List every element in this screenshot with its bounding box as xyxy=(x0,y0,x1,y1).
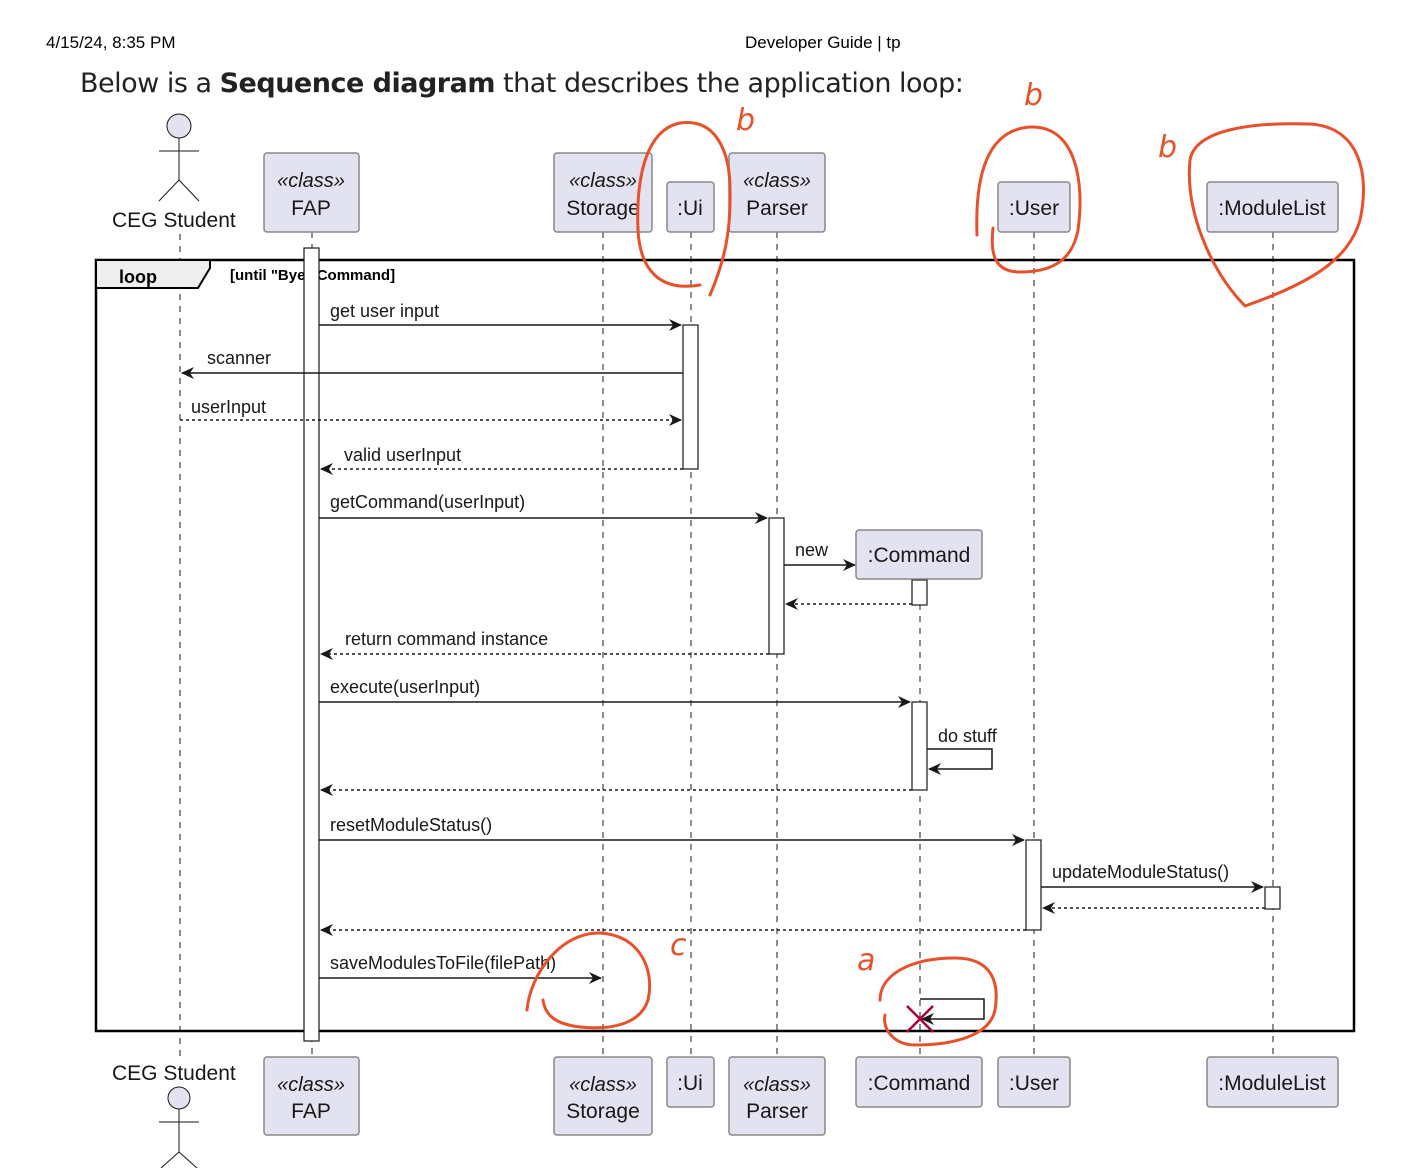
participant-command-name-created: :Command xyxy=(868,544,971,567)
activation-modulelist xyxy=(1264,886,1281,910)
annotation-label-modulelist: b xyxy=(1158,130,1177,165)
annotation-label-user: b xyxy=(1024,78,1043,113)
participant-fap-name-top: FAP xyxy=(291,197,331,220)
participant-command-bottom: :Command xyxy=(855,1056,983,1108)
stereotype-storage-bottom: «class» xyxy=(569,1074,637,1096)
participant-ui-top: :Ui xyxy=(666,181,715,233)
participant-command-created: :Command xyxy=(855,529,983,580)
activation-ui xyxy=(682,324,699,470)
participant-fap-bottom: «class» FAP xyxy=(263,1056,360,1136)
loop-frame: loop [until "Bye" Command] xyxy=(94,258,1356,1033)
participant-parser-bottom: «class» Parser xyxy=(728,1056,826,1136)
participant-modulelist-name-top: :ModuleList xyxy=(1218,197,1326,220)
annotation-circle-save xyxy=(525,931,652,1030)
annotation-label-ui: b xyxy=(736,103,755,138)
activation-fap xyxy=(303,247,320,1042)
actor-student-top xyxy=(158,113,200,202)
participant-ui-name-top: :Ui xyxy=(677,197,703,220)
label-update-module-status: updateModuleStatus() xyxy=(1052,862,1229,882)
actor-head-icon xyxy=(167,1086,191,1110)
stereotype-fap-bottom: «class» xyxy=(277,1074,345,1096)
participant-command-name-bottom: :Command xyxy=(868,1072,971,1095)
participant-student-name-bottom: CEG Student xyxy=(112,1062,236,1085)
participant-fap-top: «class» FAP xyxy=(263,152,360,233)
participant-ui-name-bottom: :Ui xyxy=(677,1072,703,1095)
annotation-label-save: c xyxy=(670,928,687,963)
participant-user-name-bottom: :User xyxy=(1009,1072,1059,1095)
participant-storage-name-bottom: Storage xyxy=(566,1100,640,1123)
participant-ui-bottom: :Ui xyxy=(666,1056,715,1108)
actor-student-bottom xyxy=(159,1086,199,1168)
participant-parser-top: «class» Parser xyxy=(728,152,826,233)
label-save-modules: saveModulesToFile(filePath) xyxy=(330,953,556,973)
label-reset-module-status: resetModuleStatus() xyxy=(330,815,492,835)
participant-modulelist-top: :ModuleList xyxy=(1206,181,1339,233)
message-do-stuff xyxy=(927,748,993,775)
participant-modulelist-name-bottom: :ModuleList xyxy=(1218,1072,1326,1095)
actor-head-icon xyxy=(166,113,192,139)
loop-keyword: loop xyxy=(119,267,157,287)
label-new: new xyxy=(795,540,829,560)
participant-storage-name-top: Storage xyxy=(566,197,640,220)
participant-parser-name-top: Parser xyxy=(746,197,808,220)
activation-command-create xyxy=(911,579,928,606)
participant-parser-name-bottom: Parser xyxy=(746,1100,808,1123)
stereotype-parser-bottom: «class» xyxy=(743,1074,811,1096)
participant-user-name-top: :User xyxy=(1009,197,1059,220)
label-return-command-instance: return command instance xyxy=(345,629,548,649)
participant-user-top: :User xyxy=(997,181,1071,233)
label-getcommand: getCommand(userInput) xyxy=(330,492,525,512)
activation-parser xyxy=(768,517,785,655)
participant-storage-bottom: «class» Storage xyxy=(553,1056,653,1136)
stereotype-parser-top: «class» xyxy=(743,170,811,192)
sequence-diagram: loop [until "Bye" Command] get user inpu… xyxy=(94,78,1365,1168)
participant-user-bottom: :User xyxy=(997,1056,1071,1108)
label-execute: execute(userInput) xyxy=(330,677,480,697)
label-scanner: scanner xyxy=(207,348,271,368)
activation-user xyxy=(1025,839,1042,931)
participant-fap-name-bottom: FAP xyxy=(291,1100,331,1123)
stereotype-fap-top: «class» xyxy=(277,170,345,192)
label-get-user-input: get user input xyxy=(330,301,439,321)
label-valid-userinput: valid userInput xyxy=(344,445,461,465)
stereotype-storage-top: «class» xyxy=(569,170,637,192)
participant-modulelist-bottom: :ModuleList xyxy=(1206,1056,1339,1108)
label-userinput: userInput xyxy=(191,397,266,417)
label-do-stuff: do stuff xyxy=(938,726,998,746)
annotation-label-destroy: a xyxy=(857,943,875,978)
activation-command-execute xyxy=(911,701,928,791)
participant-student-name-top: CEG Student xyxy=(112,209,236,232)
